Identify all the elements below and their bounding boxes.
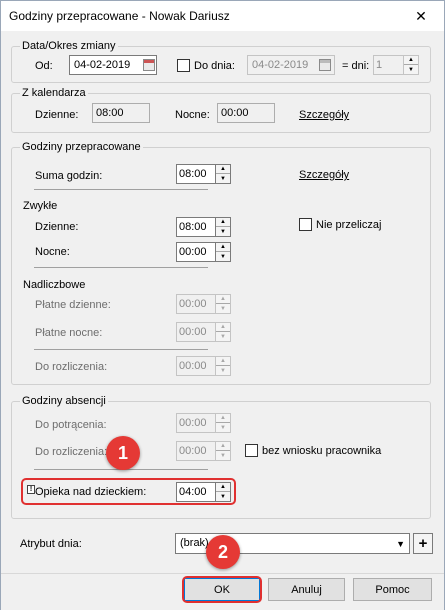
platne-nocne-label: Płatne nocne: — [35, 327, 103, 339]
absence-do-rozliczenia-label: Do rozliczenia: — [35, 446, 108, 458]
step-badge-2: 2 — [206, 535, 240, 569]
do-dnia-label: Do dnia: — [194, 60, 235, 72]
spin-up-icon[interactable]: ▲ — [216, 165, 230, 174]
close-button[interactable]: ✕ — [398, 1, 444, 31]
od-label: Od: — [35, 60, 53, 72]
dni-spin-buttons[interactable]: ▲ ▼ — [403, 55, 419, 75]
spin-down-icon: ▼ — [220, 424, 226, 431]
od-date-field[interactable]: 04-02-2019 — [69, 55, 157, 75]
spin-down-icon[interactable]: ▼ — [216, 174, 230, 183]
window-title: Godziny przepracowane - Nowak Dariusz — [9, 9, 230, 23]
worked-do-rozliczenia-spinner: 00:00 ▲ ▼ — [176, 356, 231, 376]
spin-up-icon[interactable]: ▲ — [216, 243, 230, 252]
worked-do-rozliczenia-label: Do rozliczenia: — [35, 361, 108, 373]
zwykle-dzienne-spinner[interactable]: 08:00 ▲ ▼ — [176, 217, 231, 237]
calendar-icon — [319, 59, 331, 71]
nocne-spin-buttons[interactable]: ▲ ▼ — [215, 242, 231, 262]
anuluj-button[interactable]: Anuluj — [268, 578, 345, 601]
absence-legend: Godziny absencji — [20, 395, 108, 407]
opieka-highlight — [21, 478, 236, 505]
platne-dzienne-value: 00:00 — [176, 294, 215, 314]
suma-spin-buttons[interactable]: ▲ ▼ — [215, 164, 231, 184]
zwykle-nocne-value[interactable]: 00:00 — [176, 242, 215, 262]
nie-przeliczaj-label: Nie przeliczaj — [316, 219, 382, 231]
do-potracenia-label: Do potrącenia: — [35, 419, 107, 431]
platne-nocne-spin-buttons: ▲ ▼ — [215, 322, 231, 342]
dni-label: = dni: — [342, 60, 370, 72]
separator — [34, 267, 208, 268]
ok-highlight — [182, 576, 262, 603]
do-potracenia-spinner: 00:00 ▲ ▼ — [176, 413, 231, 433]
spin-down-icon: ▼ — [220, 305, 226, 312]
do-potracenia-value: 00:00 — [176, 413, 215, 433]
spin-down-icon[interactable]: ▼ — [404, 65, 418, 74]
zwykle-dzienne-value[interactable]: 08:00 — [176, 217, 215, 237]
dzienne-spin-buttons[interactable]: ▲ ▼ — [215, 217, 231, 237]
calendar-legend: Z kalendarza — [20, 87, 88, 99]
close-icon: ✕ — [415, 7, 427, 24]
platne-dzienne-spinner: 00:00 ▲ ▼ — [176, 294, 231, 314]
od-date-value: 04-02-2019 — [74, 59, 131, 71]
dialog-window: Godziny przepracowane - Nowak Dariusz ✕ … — [0, 0, 445, 610]
worked-legend: Godziny przepracowane — [20, 141, 143, 153]
atrybut-value: (brak) — [180, 537, 209, 549]
nadliczbowe-label: Nadliczbowe — [23, 279, 86, 291]
cal-details-link[interactable]: Szczegóły — [299, 109, 349, 121]
zwykle-label: Zwykłe — [23, 200, 58, 212]
spin-up-icon: ▲ — [216, 442, 230, 451]
worked-details-link[interactable]: Szczegóły — [299, 169, 349, 181]
absence-do-rozliczenia-spinner: 00:00 ▲ ▼ — [176, 441, 231, 461]
cal-dzienne-label: Dzienne: — [35, 109, 79, 121]
do-dnia-checkbox[interactable] — [177, 59, 190, 72]
platne-dzienne-label: Płatne dzienne: — [35, 299, 111, 311]
spin-down-icon: ▼ — [220, 367, 226, 374]
spin-down-icon: ▼ — [220, 452, 226, 459]
cal-nocne-label: Nocne: — [175, 109, 210, 121]
cal-nocne-field: 00:00 — [217, 103, 275, 123]
dni-value: 1 — [373, 55, 403, 75]
worked-do-rozliczenia-value: 00:00 — [176, 356, 215, 376]
spin-up-icon: ▲ — [216, 323, 230, 332]
do-potracenia-spin-buttons: ▲ ▼ — [215, 413, 231, 433]
atrybut-label: Atrybut dnia: — [20, 538, 82, 550]
spin-down-icon: ▼ — [220, 333, 226, 340]
nie-przeliczaj-checkbox[interactable] — [299, 218, 312, 231]
spin-up-icon: ▲ — [216, 295, 230, 304]
spin-up-icon: ▲ — [216, 414, 230, 423]
platne-dzienne-spin-buttons: ▲ ▼ — [215, 294, 231, 314]
spin-up-icon[interactable]: ▲ — [404, 56, 418, 65]
period-legend: Data/Okres zmiany — [20, 40, 118, 52]
do-rozliczenia-spin-buttons: ▲ ▼ — [215, 356, 231, 376]
dni-spinner[interactable]: 1 ▲ ▼ — [373, 55, 419, 75]
pomoc-button[interactable]: Pomoc — [353, 578, 432, 601]
zwykle-dzienne-label: Dzienne: — [35, 221, 79, 233]
spin-up-icon: ▲ — [216, 357, 230, 366]
separator — [34, 349, 208, 350]
absence-do-rozliczenia-value: 00:00 — [176, 441, 215, 461]
do-dnia-date-value: 04-02-2019 — [252, 59, 309, 71]
spin-up-icon[interactable]: ▲ — [216, 218, 230, 227]
bez-wniosku-label: bez wniosku pracownika — [262, 445, 382, 457]
absence-rozl-spin-buttons: ▲ ▼ — [215, 441, 231, 461]
zwykle-nocne-spinner[interactable]: 00:00 ▲ ▼ — [176, 242, 231, 262]
title-bar: Godziny przepracowane - Nowak Dariusz ✕ — [1, 1, 444, 31]
do-dnia-date-field[interactable]: 04-02-2019 — [247, 55, 335, 75]
spin-down-icon[interactable]: ▼ — [216, 252, 230, 261]
calendar-icon[interactable] — [143, 59, 155, 71]
chevron-down-icon: ▼ — [396, 539, 405, 549]
zwykle-nocne-label: Nocne: — [35, 246, 70, 258]
plus-icon: + — [418, 535, 428, 552]
step-badge-1: 1 — [106, 436, 140, 470]
add-attribute-button[interactable]: + — [413, 533, 433, 554]
suma-value[interactable]: 08:00 — [176, 164, 215, 184]
bez-wniosku-checkbox[interactable] — [245, 444, 258, 457]
spin-down-icon[interactable]: ▼ — [216, 227, 230, 236]
separator — [34, 189, 208, 190]
suma-spinner[interactable]: 08:00 ▲ ▼ — [176, 164, 231, 184]
cal-dzienne-field: 08:00 — [92, 103, 150, 123]
platne-nocne-spinner: 00:00 ▲ ▼ — [176, 322, 231, 342]
suma-label: Suma godzin: — [35, 170, 103, 182]
platne-nocne-value: 00:00 — [176, 322, 215, 342]
